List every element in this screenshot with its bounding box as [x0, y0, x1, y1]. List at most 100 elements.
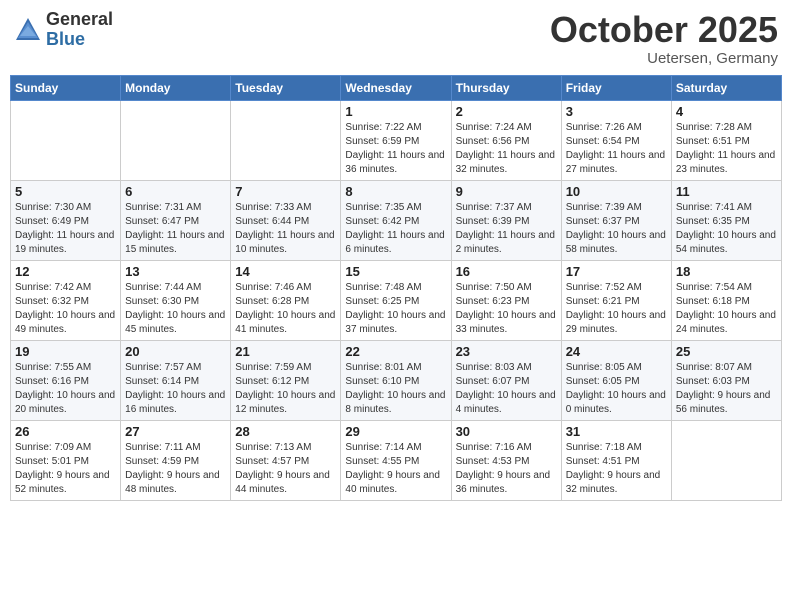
calendar-cell: 7 Sunrise: 7:33 AM Sunset: 6:44 PM Daylig…: [231, 180, 341, 260]
week-row-3: 12 Sunrise: 7:42 AM Sunset: 6:32 PM Dayli…: [11, 260, 782, 340]
day-info: Sunrise: 8:01 AM Sunset: 6:10 PM Dayligh…: [345, 361, 446, 417]
day-number: 3: [566, 104, 667, 119]
day-number: 15: [345, 264, 446, 279]
day-number: 20: [125, 344, 226, 359]
day-number: 11: [676, 184, 777, 199]
day-number: 13: [125, 264, 226, 279]
calendar-cell: 13 Sunrise: 7:44 AM Sunset: 6:30 PM Dayli…: [121, 260, 231, 340]
calendar-cell: 3 Sunrise: 7:26 AM Sunset: 6:54 PM Daylig…: [561, 100, 671, 180]
weekday-header-wednesday: Wednesday: [341, 75, 451, 100]
day-number: 21: [235, 344, 336, 359]
calendar-cell: [671, 420, 781, 500]
calendar-cell: 1 Sunrise: 7:22 AM Sunset: 6:59 PM Daylig…: [341, 100, 451, 180]
weekday-header-tuesday: Tuesday: [231, 75, 341, 100]
calendar-cell: 22 Sunrise: 8:01 AM Sunset: 6:10 PM Dayli…: [341, 340, 451, 420]
day-info: Sunrise: 7:39 AM Sunset: 6:37 PM Dayligh…: [566, 201, 667, 257]
day-number: 8: [345, 184, 446, 199]
day-number: 27: [125, 424, 226, 439]
calendar-cell: 27 Sunrise: 7:11 AM Sunset: 4:59 PM Dayli…: [121, 420, 231, 500]
calendar-cell: 23Sunrise: 8:03 AM Sunset: 6:07 PM Dayli…: [451, 340, 561, 420]
day-number: 4: [676, 104, 777, 119]
calendar-cell: 12 Sunrise: 7:42 AM Sunset: 6:32 PM Dayli…: [11, 260, 121, 340]
location: Uetersen, Germany: [550, 50, 778, 67]
day-info: Sunrise: 8:07 AM Sunset: 6:03 PM Dayligh…: [676, 361, 777, 417]
day-info: Sunrise: 7:48 AM Sunset: 6:25 PM Dayligh…: [345, 281, 446, 337]
calendar-cell: 18 Sunrise: 7:54 AM Sunset: 6:18 PM Dayli…: [671, 260, 781, 340]
calendar-cell: 16 Sunrise: 7:50 AM Sunset: 6:23 PM Dayli…: [451, 260, 561, 340]
title-block: October 2025 Uetersen, Germany: [550, 10, 778, 67]
day-info: Sunrise: 7:42 AM Sunset: 6:32 PM Dayligh…: [15, 281, 116, 337]
day-number: 1: [345, 104, 446, 119]
calendar-cell: 29 Sunrise: 7:14 AM Sunset: 4:55 PM Dayli…: [341, 420, 451, 500]
day-number: 23: [456, 344, 557, 359]
day-info: Sunrise: 7:59 AM Sunset: 6:12 PM Dayligh…: [235, 361, 336, 417]
week-row-2: 5Sunrise: 7:30 AM Sunset: 6:49 PM Daylig…: [11, 180, 782, 260]
weekday-header-sunday: Sunday: [11, 75, 121, 100]
day-number: 17: [566, 264, 667, 279]
day-number: 22: [345, 344, 446, 359]
calendar-cell: 6Sunrise: 7:31 AM Sunset: 6:47 PM Daylig…: [121, 180, 231, 260]
day-info: Sunrise: 7:14 AM Sunset: 4:55 PM Dayligh…: [345, 441, 446, 497]
calendar-cell: 17 Sunrise: 7:52 AM Sunset: 6:21 PM Dayli…: [561, 260, 671, 340]
day-info: Sunrise: 7:13 AM Sunset: 4:57 PM Dayligh…: [235, 441, 336, 497]
weekday-header-saturday: Saturday: [671, 75, 781, 100]
logo: General Blue: [14, 10, 113, 50]
weekday-header-friday: Friday: [561, 75, 671, 100]
day-number: 18: [676, 264, 777, 279]
day-info: Sunrise: 7:41 AM Sunset: 6:35 PM Dayligh…: [676, 201, 777, 257]
day-number: 12: [15, 264, 116, 279]
week-row-1: 1 Sunrise: 7:22 AM Sunset: 6:59 PM Daylig…: [11, 100, 782, 180]
calendar-cell: 14 Sunrise: 7:46 AM Sunset: 6:28 PM Dayli…: [231, 260, 341, 340]
day-info: Sunrise: 7:50 AM Sunset: 6:23 PM Dayligh…: [456, 281, 557, 337]
weekday-header-monday: Monday: [121, 75, 231, 100]
day-number: 2: [456, 104, 557, 119]
calendar-cell: 11 Sunrise: 7:41 AM Sunset: 6:35 PM Dayli…: [671, 180, 781, 260]
month-title: October 2025: [550, 10, 778, 50]
day-info: Sunrise: 7:46 AM Sunset: 6:28 PM Dayligh…: [235, 281, 336, 337]
day-number: 24: [566, 344, 667, 359]
calendar-cell: 31Sunrise: 7:18 AM Sunset: 4:51 PM Dayli…: [561, 420, 671, 500]
day-info: Sunrise: 7:30 AM Sunset: 6:49 PM Dayligh…: [15, 201, 116, 257]
logo-general-text: General: [46, 10, 113, 30]
day-number: 16: [456, 264, 557, 279]
day-number: 9: [456, 184, 557, 199]
weekday-header-row: SundayMondayTuesdayWednesdayThursdayFrid…: [11, 75, 782, 100]
day-info: Sunrise: 7:22 AM Sunset: 6:59 PM Dayligh…: [345, 121, 446, 177]
calendar-cell: 25 Sunrise: 8:07 AM Sunset: 6:03 PM Dayli…: [671, 340, 781, 420]
day-info: Sunrise: 7:33 AM Sunset: 6:44 PM Dayligh…: [235, 201, 336, 257]
calendar-cell: 24Sunrise: 8:05 AM Sunset: 6:05 PM Dayli…: [561, 340, 671, 420]
day-info: Sunrise: 7:44 AM Sunset: 6:30 PM Dayligh…: [125, 281, 226, 337]
calendar-cell: 2 Sunrise: 7:24 AM Sunset: 6:56 PM Daylig…: [451, 100, 561, 180]
day-number: 6: [125, 184, 226, 199]
calendar-cell: 9 Sunrise: 7:37 AM Sunset: 6:39 PM Daylig…: [451, 180, 561, 260]
day-info: Sunrise: 7:35 AM Sunset: 6:42 PM Dayligh…: [345, 201, 446, 257]
calendar-cell: 28 Sunrise: 7:13 AM Sunset: 4:57 PM Dayli…: [231, 420, 341, 500]
calendar-cell: 26Sunrise: 7:09 AM Sunset: 5:01 PM Dayli…: [11, 420, 121, 500]
logo-blue-text: Blue: [46, 30, 113, 50]
logo-icon: [14, 16, 42, 44]
day-info: Sunrise: 7:11 AM Sunset: 4:59 PM Dayligh…: [125, 441, 226, 497]
calendar-cell: 5Sunrise: 7:30 AM Sunset: 6:49 PM Daylig…: [11, 180, 121, 260]
calendar-cell: 8 Sunrise: 7:35 AM Sunset: 6:42 PM Daylig…: [341, 180, 451, 260]
day-number: 25: [676, 344, 777, 359]
day-info: Sunrise: 7:18 AM Sunset: 4:51 PM Dayligh…: [566, 441, 667, 497]
calendar-cell: [121, 100, 231, 180]
calendar-cell: 21 Sunrise: 7:59 AM Sunset: 6:12 PM Dayli…: [231, 340, 341, 420]
day-number: 14: [235, 264, 336, 279]
day-number: 7: [235, 184, 336, 199]
week-row-5: 26Sunrise: 7:09 AM Sunset: 5:01 PM Dayli…: [11, 420, 782, 500]
day-info: Sunrise: 7:24 AM Sunset: 6:56 PM Dayligh…: [456, 121, 557, 177]
week-row-4: 19Sunrise: 7:55 AM Sunset: 6:16 PM Dayli…: [11, 340, 782, 420]
calendar-cell: 4 Sunrise: 7:28 AM Sunset: 6:51 PM Daylig…: [671, 100, 781, 180]
day-number: 29: [345, 424, 446, 439]
day-number: 30: [456, 424, 557, 439]
day-number: 28: [235, 424, 336, 439]
day-info: Sunrise: 7:28 AM Sunset: 6:51 PM Dayligh…: [676, 121, 777, 177]
calendar-cell: 19Sunrise: 7:55 AM Sunset: 6:16 PM Dayli…: [11, 340, 121, 420]
day-info: Sunrise: 7:37 AM Sunset: 6:39 PM Dayligh…: [456, 201, 557, 257]
calendar-cell: 15 Sunrise: 7:48 AM Sunset: 6:25 PM Dayli…: [341, 260, 451, 340]
day-info: Sunrise: 7:57 AM Sunset: 6:14 PM Dayligh…: [125, 361, 226, 417]
day-info: Sunrise: 7:26 AM Sunset: 6:54 PM Dayligh…: [566, 121, 667, 177]
day-info: Sunrise: 7:54 AM Sunset: 6:18 PM Dayligh…: [676, 281, 777, 337]
day-info: Sunrise: 7:52 AM Sunset: 6:21 PM Dayligh…: [566, 281, 667, 337]
